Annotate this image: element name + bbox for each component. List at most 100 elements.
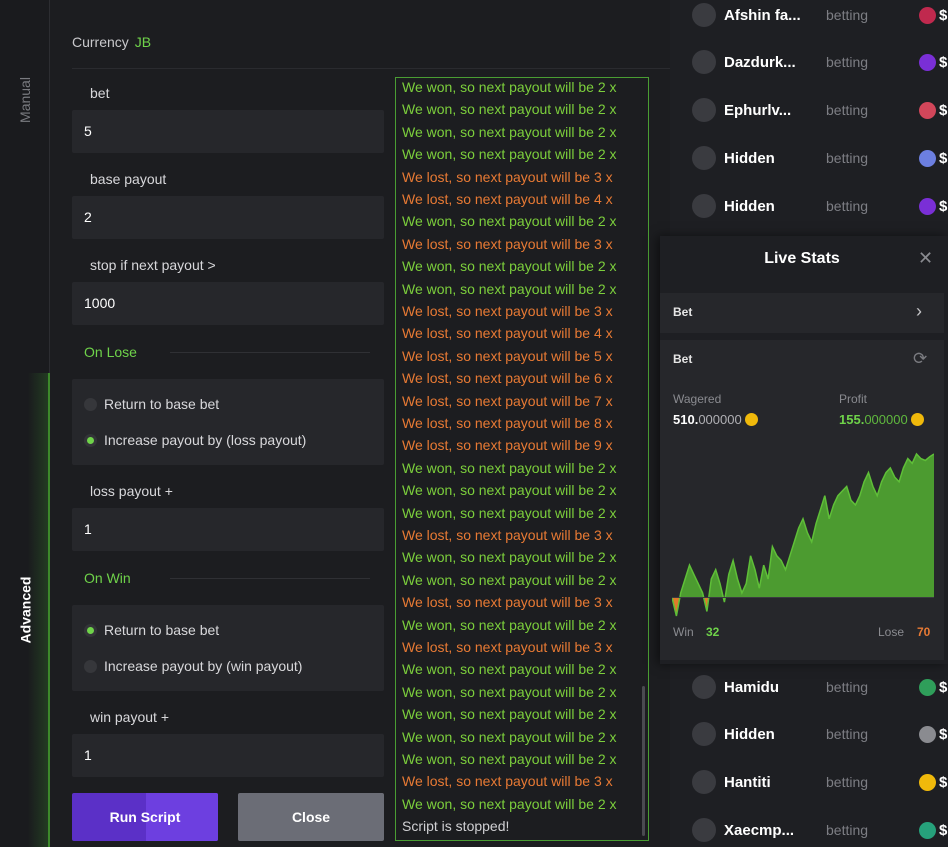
mode-tabs: Manual Advanced [0,0,50,847]
tab-manual-label: Manual [16,77,33,123]
console-log-line: We lost, so next payout will be 3 x [402,527,613,543]
console-log-line: We won, so next payout will be 2 x [402,79,617,95]
console-log-line: We lost, so next payout will be 3 x [402,168,613,185]
player-status: betting [826,679,869,695]
avatar [692,675,716,699]
currency-coin-icon [919,197,936,215]
console-log-line: We won, so next payout will be 2 x [402,280,617,297]
profit-dec: 000000 [864,412,908,427]
player-amount: $ [939,197,948,215]
divider [72,68,672,69]
avatar [692,722,716,746]
player-name: Afshin fa... [724,6,801,24]
currency-coin-icon [919,725,936,743]
player-status: betting [826,822,869,838]
tab-manual[interactable]: Manual [0,40,50,160]
loss-payout-input[interactable] [84,521,364,537]
avatar [692,50,716,74]
player-name: Hidden [724,149,775,167]
on-lose-return-option[interactable]: Return to base bet [84,396,219,412]
console-scrollbar[interactable] [642,686,645,836]
chevron-right-icon: › [916,301,922,321]
player-row[interactable]: Hamidu betting $ [692,672,948,702]
player-row[interactable]: Hidden betting $ [692,191,948,221]
currency-value: JB [134,34,152,50]
on-lose-divider [170,352,370,353]
on-win-increase-radio[interactable] [84,659,97,673]
bet-selector-label: Bet [673,305,693,319]
bet-field-box [72,110,384,153]
console-log-line: We won, so next payout will be 2 x [402,482,617,499]
player-row[interactable]: Afshin fa... betting $ [692,0,948,30]
player-name: Hantiti [724,773,771,791]
on-win-return-label: Return to base bet [104,622,220,638]
console-log-line: We lost, so next payout will be 7 x [402,392,613,409]
player-row[interactable]: Hantiti betting $ [692,767,948,797]
tab-advanced-label: Advanced [17,576,34,644]
on-win-return-option[interactable]: Return to base bet [84,622,219,638]
console-log-line: We lost, so next payout will be 4 x [402,325,613,342]
console-log-line: We lost, so next payout will be 6 x [402,370,613,387]
avatar [692,98,716,122]
close-button[interactable]: Close [238,793,384,841]
on-lose-increase-radio[interactable] [84,433,97,447]
refresh-icon[interactable]: ⟳ [913,349,927,369]
console-log-line: We won, so next payout will be 2 x [402,258,617,275]
player-name: Hidden [724,197,775,215]
tab-advanced[interactable]: Advanced [0,373,50,847]
page: Manual Advanced Currency JB bet base payo… [0,0,948,847]
console-log-line: We won, so next payout will be 2 x [402,123,617,140]
run-script-button[interactable]: Run Script [72,793,218,841]
script-form: Currency JB bet base payout stop if next … [50,0,672,847]
console-log-line: We won, so next payout will be 2 x [402,504,617,521]
base-payout-input[interactable] [84,209,364,225]
player-name: Xaecmp... [724,821,795,839]
win-payout-input[interactable] [84,747,364,763]
bet-input[interactable] [84,123,364,139]
coin-icon [744,413,758,426]
player-row[interactable]: Ephurlv... betting $ [692,95,948,125]
coin-icon [910,413,924,426]
console-log-line: We lost, so next payout will be 4 x [402,191,613,207]
stop-label: stop if next payout > [90,257,216,273]
stop-input[interactable] [84,295,364,311]
avatar [692,818,716,842]
player-row[interactable]: Hidden betting $ [692,143,948,173]
bet-label: bet [90,85,110,101]
run-script-label: Run Script [109,809,181,825]
player-name: Dazdurk... [724,53,796,71]
script-console[interactable]: We won, so next payout will be 2 x We won… [395,77,649,841]
player-status: betting [826,774,869,790]
avatar [692,770,716,794]
on-win-return-radio[interactable] [84,623,97,637]
currency-row: Currency JB [72,34,151,50]
console-log-line: We lost, so next payout will be 3 x [402,235,613,252]
player-row[interactable]: Xaecmp... betting $ [692,815,948,845]
player-status: betting [826,7,869,23]
wagered-dec: 000000 [698,412,742,427]
stop-field-box [72,282,384,325]
player-status: betting [826,150,869,166]
player-row[interactable]: Dazdurk... betting $ [692,47,948,77]
console-log-line: We won, so next payout will be 2 x [402,795,617,812]
on-lose-return-radio[interactable] [84,397,97,411]
console-log-line: We lost, so next payout will be 5 x [402,347,613,364]
player-amount: $ [939,725,948,743]
win-count: 32 [706,625,720,639]
console-log-line: We lost, so next payout will be 8 x [402,415,613,431]
console-log-line: We won, so next payout will be 2 x [402,751,617,767]
profit-value: 155.000000 [839,412,924,427]
player-row[interactable]: Hidden betting $ [692,719,948,749]
close-label: Close [291,809,331,825]
on-lose-increase-label: Increase payout by (loss payout) [104,432,307,448]
console-log-line: We won, so next payout will be 2 x [402,661,617,678]
avatar [692,3,716,27]
avatar [692,194,716,218]
on-win-increase-option[interactable]: Increase payout by (win payout) [84,658,302,674]
bet-selector-row[interactable]: Bet › [660,293,944,333]
player-amount: $ [939,6,948,24]
win-label: Win [673,625,694,639]
on-lose-increase-option[interactable]: Increase payout by (loss payout) [84,432,306,448]
currency-coin-icon [919,6,936,24]
close-icon[interactable]: ✕ [918,248,933,269]
